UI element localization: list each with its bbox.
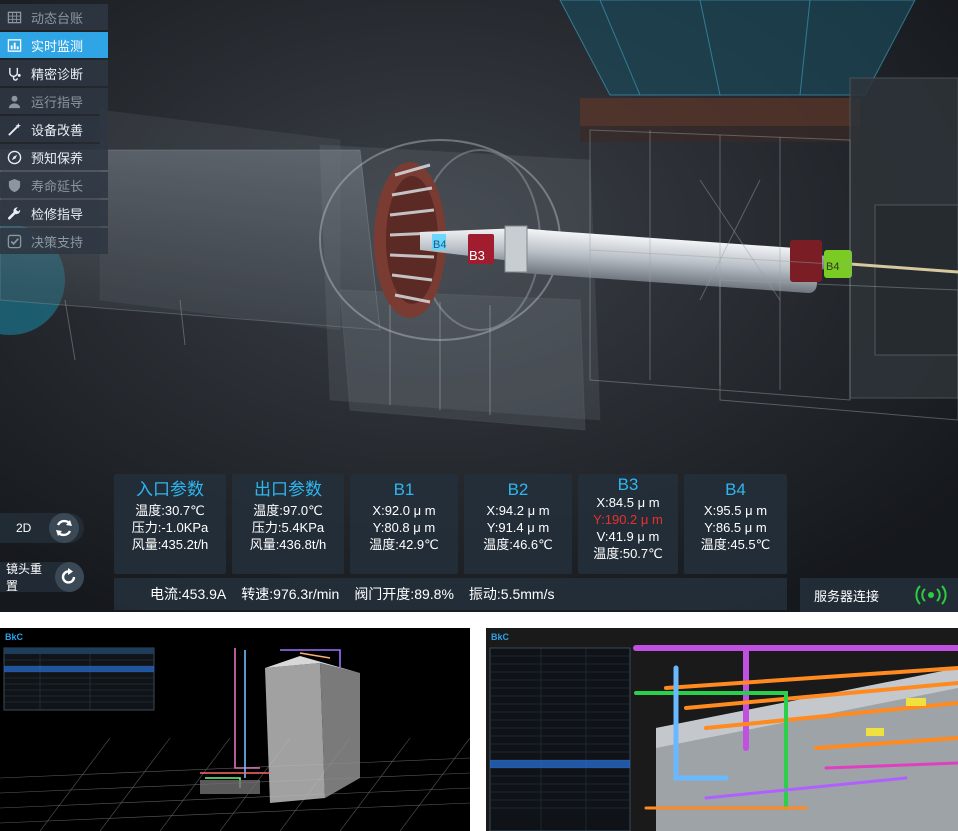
3d-viewer[interactable]: B3 B4 B4 动态台账实时监测精密诊断运行指导设备改善预知保养寿命延长检修指… — [0, 0, 958, 612]
b1-y: Y:80.8 μ m — [372, 520, 436, 535]
piping-3d-model — [486, 628, 958, 831]
menu-item-label: 决策支持 — [31, 234, 84, 250]
inlet-pressure: 压力:-1.0KPa — [131, 520, 209, 535]
b4-temp: 温度:45.5℃ — [700, 537, 771, 552]
refresh-icon[interactable] — [49, 513, 80, 543]
stethoscope-icon — [6, 65, 22, 81]
b3-v: V:41.9 μ m — [596, 529, 660, 544]
b3-x: X:84.5 μ m — [596, 495, 660, 510]
inlet-params-panel: 入口参数 温度:30.7℃ 压力:-1.0KPa 风量:435.2t/h — [114, 474, 226, 574]
bar-chart-icon — [6, 37, 22, 53]
vibration-readout: 振动:5.5mm/s — [468, 586, 555, 602]
menu-item-label: 检修指导 — [31, 206, 84, 222]
outlet-temp: 温度:97.0℃ — [253, 503, 323, 518]
bkc-logo-mark: BkC — [5, 632, 24, 642]
boiler-3d-wireframe — [0, 628, 470, 831]
compass-icon — [6, 149, 22, 165]
current-readout: 电流:453.9A — [150, 586, 227, 602]
checkbox-icon — [6, 233, 22, 249]
status-bar: 电流:453.9A 转速:976.3r/min 阀门开度:89.8% 振动:5.… — [114, 578, 787, 610]
b2-y: Y:91.4 μ m — [486, 520, 550, 535]
scene-label-b4-left[interactable]: B4 — [433, 239, 446, 251]
b4-y: Y:86.5 μ m — [704, 520, 767, 535]
valve-readout: 阀门开度:89.8% — [354, 586, 454, 602]
menu-item-0[interactable]: 动态台账 — [0, 4, 108, 30]
b1-x: X:92.0 μ m — [372, 503, 436, 518]
b1-title: B1 — [393, 480, 415, 499]
bkc-logo: BkC — [5, 632, 23, 642]
menu-item-label: 寿命延长 — [31, 178, 84, 194]
bkc-logo-mark: BkC — [491, 632, 510, 642]
menu-item-1[interactable]: 实时监测 — [0, 32, 108, 58]
inlet-title: 入口参数 — [136, 480, 204, 499]
outlet-title: 出口参数 — [254, 480, 322, 499]
menu-item-label: 设备改善 — [31, 122, 84, 138]
b4-title: B4 — [725, 480, 746, 499]
b1-temp: 温度:42.9℃ — [369, 537, 439, 552]
b2-title: B2 — [507, 480, 529, 499]
table-icon — [6, 9, 22, 25]
inlet-airflow: 风量:435.2t/h — [131, 537, 209, 552]
reset-view-icon[interactable] — [54, 562, 84, 592]
bearing-b2-panel: B2 X:94.2 μ m Y:91.4 μ m 温度:46.6℃ — [464, 474, 572, 574]
magic-wand-icon — [6, 121, 22, 137]
server-connection-button[interactable]: 服务器连接 — [800, 578, 958, 612]
shield-icon — [6, 177, 22, 193]
menu-item-label: 精密诊断 — [31, 66, 84, 82]
user-icon — [6, 93, 22, 109]
server-connection-label: 服务器连接 — [814, 588, 880, 604]
bearing-b4-panel: B4 X:95.5 μ m Y:86.5 μ m 温度:45.5℃ — [684, 474, 787, 574]
wireless-signal-icon — [915, 585, 947, 605]
bearing-b3-panel: B3 X:84.5 μ m Y:190.2 μ m V:41.9 μ m 温度:… — [578, 474, 678, 574]
menu-item-6[interactable]: 寿命延长 — [0, 172, 108, 198]
menu-item-label: 动态台账 — [31, 10, 84, 26]
menu-item-label: 运行指导 — [31, 94, 84, 110]
menu-item-4[interactable]: 设备改善 — [0, 116, 108, 142]
outlet-airflow: 风量:436.8t/h — [249, 537, 327, 552]
b3-temp: 温度:50.7℃ — [593, 546, 663, 561]
b2-x: X:94.2 μ m — [486, 503, 550, 518]
piping-detail-screenshot: BkC — [486, 628, 958, 831]
menu-item-5[interactable]: 预知保养 — [0, 144, 108, 170]
menu-item-7[interactable]: 检修指导 — [0, 200, 108, 226]
b3-title: B3 — [617, 475, 639, 494]
camera-reset-button[interactable]: 镜头重置 — [0, 562, 84, 593]
scene-label-b4-right[interactable]: B4 — [826, 261, 839, 273]
b3-y-alert: Y:190.2 μ m — [593, 512, 663, 527]
boiler-overview-screenshot: BkC — [0, 628, 470, 831]
scene-label-b3[interactable]: B3 — [469, 248, 485, 263]
menu-item-3[interactable]: 运行指导 — [0, 88, 108, 114]
2d-toggle-button[interactable]: 2D — [0, 513, 84, 543]
inlet-temp: 温度:30.7℃ — [135, 503, 205, 518]
b2-temp: 温度:46.6℃ — [483, 537, 553, 552]
speed-readout: 转速:976.3r/min — [241, 586, 340, 602]
outlet-params-panel: 出口参数 温度:97.0℃ 压力:5.4KPa 风量:436.8t/h — [232, 474, 344, 574]
menu-item-label: 预知保养 — [31, 150, 84, 166]
b4-x: X:95.5 μ m — [703, 503, 768, 518]
camera-reset-label: 镜头重置 — [6, 562, 43, 593]
bkc-logo: BkC — [491, 632, 509, 642]
bearing-b1-panel: B1 X:92.0 μ m Y:80.8 μ m 温度:42.9℃ — [350, 474, 458, 574]
side-menu: 动态台账实时监测精密诊断运行指导设备改善预知保养寿命延长检修指导决策支持 — [0, 4, 108, 256]
wrench-icon — [6, 205, 22, 221]
menu-item-8[interactable]: 决策支持 — [0, 228, 108, 254]
menu-item-label: 实时监测 — [31, 38, 84, 54]
2d-label: 2D — [16, 521, 32, 535]
outlet-pressure: 压力:5.4KPa — [251, 520, 325, 535]
menu-item-2[interactable]: 精密诊断 — [0, 60, 108, 86]
